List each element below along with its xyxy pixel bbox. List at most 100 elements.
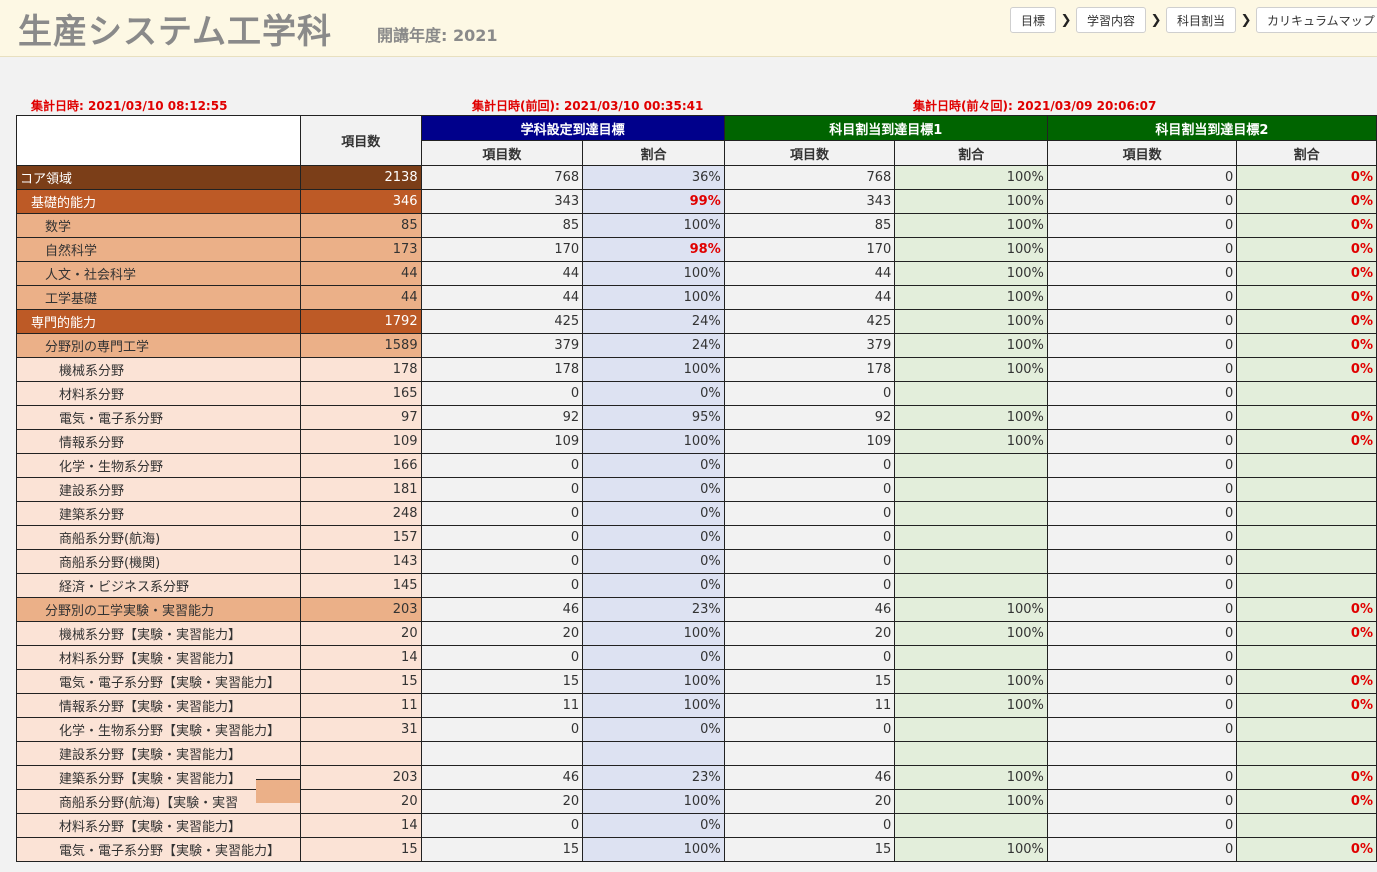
table-row[interactable]: 情報系分野 109 109 100% 109 100% 0 0% <box>16 429 1377 454</box>
row-label: 機械系分野 <box>16 357 301 382</box>
table-row[interactable]: 建築系分野【実験・実習能力】 203 46 23% 46 100% 0 0% <box>16 765 1377 790</box>
subject-goal1-ratio: 100% <box>894 621 1048 646</box>
subject-goal2-count: 0 <box>1046 165 1238 190</box>
subject-goal2-count: 0 <box>1046 213 1238 238</box>
subject-goal1-count <box>723 741 896 766</box>
subject-goal2-ratio: 0% <box>1236 213 1377 238</box>
subject-goal2-ratio <box>1236 525 1377 550</box>
table-row[interactable]: 建設系分野 181 0 0% 0 0 <box>16 477 1377 502</box>
table-row[interactable]: 材料系分野 165 0 0% 0 0 <box>16 381 1377 406</box>
subject-goal2-count: 0 <box>1046 381 1238 406</box>
dept-goal-count: 170 <box>420 237 584 262</box>
subject-goal2-count: 0 <box>1046 453 1238 478</box>
row-label: 基礎的能力 <box>16 189 301 214</box>
table-row[interactable]: 基礎的能力 346 343 99% 343 100% 0 0% <box>16 189 1377 214</box>
page-title: 生産システム工学科 <box>18 12 332 52</box>
subject-goal2-ratio: 0% <box>1236 597 1377 622</box>
nav-curriculum-map-button[interactable]: カリキュラムマップ <box>1256 7 1377 33</box>
table-row[interactable]: 専門的能力 1792 425 24% 425 100% 0 0% <box>16 309 1377 334</box>
subject-goal2-ratio: 0% <box>1236 309 1377 334</box>
row-total-count: 14 <box>299 813 422 838</box>
row-label: 工学基礎 <box>16 285 301 310</box>
chevron-right-icon: ❯ <box>1060 12 1072 28</box>
row-label: 人文・社会科学 <box>16 261 301 286</box>
subject-goal1-count: 0 <box>723 813 896 838</box>
dept-goal-ratio: 23% <box>582 765 725 790</box>
dept-goal-count: 44 <box>420 285 584 310</box>
dept-goal-count: 0 <box>420 573 584 598</box>
table-row[interactable]: コア領域 2138 768 36% 768 100% 0 0% <box>16 165 1377 190</box>
subject-goal2-count: 0 <box>1046 333 1238 358</box>
row-label: 数学 <box>16 213 301 238</box>
dept-goal-ratio: 24% <box>582 333 725 358</box>
table-row[interactable]: 商船系分野(航海) 157 0 0% 0 0 <box>16 525 1377 550</box>
table-row[interactable]: 商船系分野(航海)【実験・実習 20 20 100% 20 100% 0 0% <box>16 789 1377 814</box>
subject-goal1-count: 170 <box>723 237 896 262</box>
subject-goal2-count: 0 <box>1046 621 1238 646</box>
row-label: 材料系分野 <box>16 381 301 406</box>
table-row[interactable]: 分野別の専門工学 1589 379 24% 379 100% 0 0% <box>16 333 1377 358</box>
row-label: 商船系分野(機関) <box>16 549 301 574</box>
subject-goal1-count: 0 <box>723 477 896 502</box>
table-row[interactable]: 電気・電子系分野 97 92 95% 92 100% 0 0% <box>16 405 1377 430</box>
row-label: 分野別の工学実験・実習能力 <box>16 597 301 622</box>
table-row[interactable]: 電気・電子系分野【実験・実習能力】 15 15 100% 15 100% 0 0% <box>16 837 1377 862</box>
table-row[interactable]: 経済・ビジネス系分野 145 0 0% 0 0 <box>16 573 1377 598</box>
subject-goal1-ratio: 100% <box>894 669 1048 694</box>
chevron-right-icon: ❯ <box>1240 12 1252 28</box>
table-row[interactable]: 数学 85 85 100% 85 100% 0 0% <box>16 213 1377 238</box>
dept-goal-count: 15 <box>420 837 584 862</box>
subject-goal1-count: 0 <box>723 525 896 550</box>
subject-goal2-count: 0 <box>1046 477 1238 502</box>
subject-goal1-count: 46 <box>723 765 896 790</box>
table-row[interactable]: 材料系分野【実験・実習能力】 14 0 0% 0 0 <box>16 813 1377 838</box>
subject-goal2-ratio <box>1236 741 1377 766</box>
row-total-count: 145 <box>299 573 422 598</box>
subject-goal1-ratio <box>894 549 1048 574</box>
table-row[interactable]: 電気・電子系分野【実験・実習能力】 15 15 100% 15 100% 0 0% <box>16 669 1377 694</box>
subject-goal2-count: 0 <box>1046 285 1238 310</box>
subject-goal1-ratio: 100% <box>894 213 1048 238</box>
subject-goal2-count: 0 <box>1046 237 1238 262</box>
subheader-ratio: 割合 <box>582 140 725 166</box>
subject-goal2-count: 0 <box>1046 525 1238 550</box>
table-row[interactable]: 化学・生物系分野 166 0 0% 0 0 <box>16 453 1377 478</box>
table-row[interactable]: 商船系分野(機関) 143 0 0% 0 0 <box>16 549 1377 574</box>
table-row[interactable]: 分野別の工学実験・実習能力 203 46 23% 46 100% 0 0% <box>16 597 1377 622</box>
subject-goal1-ratio <box>894 453 1048 478</box>
table-row[interactable]: 材料系分野【実験・実習能力】 14 0 0% 0 0 <box>16 645 1377 670</box>
row-label: 商船系分野(航海) <box>16 525 301 550</box>
dept-goal-ratio: 100% <box>582 285 725 310</box>
dept-goal-count <box>420 741 584 766</box>
dept-goal-count: 0 <box>420 525 584 550</box>
dept-goal-count: 0 <box>420 645 584 670</box>
dept-goal-ratio: 0% <box>582 501 725 526</box>
table-row[interactable]: 人文・社会科学 44 44 100% 44 100% 0 0% <box>16 261 1377 286</box>
row-total-count: 165 <box>299 381 422 406</box>
subject-goal1-ratio <box>894 381 1048 406</box>
nav-subject-assignment-button[interactable]: 科目割当 <box>1166 7 1237 33</box>
table-row[interactable]: 化学・生物系分野【実験・実習能力】 31 0 0% 0 0 <box>16 717 1377 742</box>
row-total-count: 14 <box>299 645 422 670</box>
nav-goals-button[interactable]: 目標 <box>1010 7 1057 33</box>
table-row[interactable]: 自然科学 173 170 98% 170 100% 0 0% <box>16 237 1377 262</box>
subject-goal2-ratio: 0% <box>1236 693 1377 718</box>
subject-goal1-ratio <box>894 645 1048 670</box>
subject-goal1-ratio: 100% <box>894 261 1048 286</box>
table-row[interactable]: 建設系分野【実験・実習能力】 <box>16 741 1377 766</box>
nav-learning-content-button[interactable]: 学習内容 <box>1076 7 1147 33</box>
dept-goal-count: 20 <box>420 621 584 646</box>
dept-goal-ratio: 36% <box>582 165 725 190</box>
table-row[interactable]: 建築系分野 248 0 0% 0 0 <box>16 501 1377 526</box>
subheader-count: 項目数 <box>420 140 584 166</box>
table-row[interactable]: 工学基礎 44 44 100% 44 100% 0 0% <box>16 285 1377 310</box>
dept-goal-count: 0 <box>420 477 584 502</box>
subject-goal2-ratio <box>1236 381 1377 406</box>
subject-goal1-ratio: 100% <box>894 765 1048 790</box>
table-row[interactable]: 機械系分野 178 178 100% 178 100% 0 0% <box>16 357 1377 382</box>
dept-goal-ratio: 100% <box>582 213 725 238</box>
table-row[interactable]: 機械系分野【実験・実習能力】 20 20 100% 20 100% 0 0% <box>16 621 1377 646</box>
subject-goal1-ratio: 100% <box>894 237 1048 262</box>
subject-goal2-count: 0 <box>1046 645 1238 670</box>
table-row[interactable]: 情報系分野【実験・実習能力】 11 11 100% 11 100% 0 0% <box>16 693 1377 718</box>
